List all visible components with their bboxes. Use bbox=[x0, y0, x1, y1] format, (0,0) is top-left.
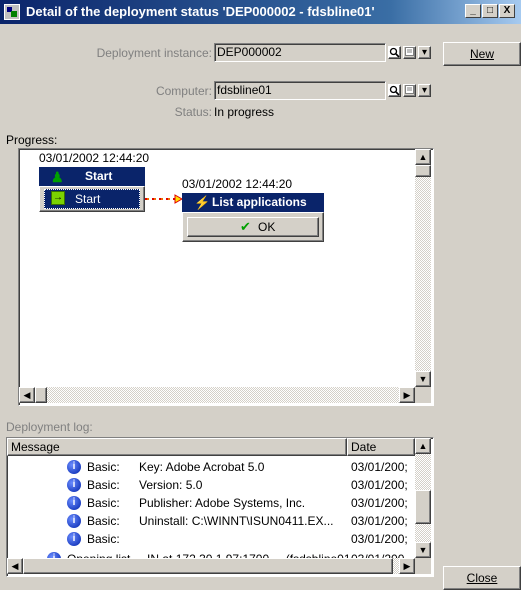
node-connector bbox=[145, 194, 184, 204]
start-person-icon: ♟ bbox=[51, 169, 64, 185]
log-row[interactable]: i Basic: 03/01/200; bbox=[7, 530, 415, 548]
maximize-button[interactable]: □ bbox=[482, 4, 498, 18]
message-column-header[interactable]: Message bbox=[7, 438, 347, 456]
date-column-header[interactable]: Date bbox=[347, 438, 415, 456]
progress-label: Progress: bbox=[6, 133, 58, 147]
log-row-date: 03/01/200; bbox=[351, 460, 408, 474]
list-apps-node-body: ✔ OK bbox=[182, 212, 324, 242]
minimize-button[interactable]: _ bbox=[465, 4, 481, 18]
log-row-type: Basic: bbox=[87, 496, 120, 510]
list-apps-node-timestamp: 03/01/2002 12:44:20 bbox=[182, 177, 293, 191]
log-row-message: Version: 5.0 bbox=[139, 478, 203, 492]
computer-detail-icon[interactable] bbox=[403, 84, 416, 97]
progress-scroll-up-icon[interactable]: ▲ bbox=[415, 149, 431, 165]
log-vertical-thumb[interactable] bbox=[415, 490, 431, 524]
check-icon: ✔ bbox=[240, 219, 251, 234]
close-button-label: Close bbox=[466, 571, 498, 585]
new-button-label: New bbox=[469, 47, 494, 61]
log-horizontal-thumb[interactable] bbox=[23, 558, 393, 574]
log-row-date: 03/01/200; bbox=[351, 514, 408, 528]
log-row-message: Uninstall: C:\WINNT\ISUN0411.EX... bbox=[139, 514, 334, 528]
log-scroll-up-icon[interactable]: ▲ bbox=[415, 438, 431, 454]
log-row[interactable]: i Basic: Publisher: Adobe Systems, Inc. … bbox=[7, 494, 415, 512]
start-node-header[interactable]: ♟ Start bbox=[39, 167, 145, 186]
close-window-button[interactable]: X bbox=[499, 4, 515, 18]
progress-horizontal-scrollbar[interactable]: ◀ ▶ bbox=[19, 387, 415, 403]
progress-size-grip[interactable] bbox=[415, 387, 431, 403]
start-node-title: Start bbox=[85, 169, 113, 183]
info-icon: i bbox=[67, 496, 81, 510]
list-apps-node-title: List applications bbox=[212, 195, 307, 209]
start-node-body: → Start bbox=[39, 186, 145, 212]
deployment-instance-field[interactable]: DEP000002 bbox=[214, 43, 386, 62]
new-button[interactable]: New bbox=[443, 42, 521, 66]
deployment-log-label: Deployment log: bbox=[6, 420, 93, 434]
log-row[interactable]: i Basic: Key: Adobe Acrobat 5.0 03/01/20… bbox=[7, 458, 415, 476]
status-label: Status: bbox=[174, 105, 212, 119]
info-icon: i bbox=[67, 532, 81, 546]
log-row-type: Basic: bbox=[87, 460, 120, 474]
info-icon: i bbox=[67, 514, 81, 528]
log-scroll-down-icon[interactable]: ▼ bbox=[415, 542, 431, 558]
start-node-button-label: Start bbox=[75, 192, 101, 206]
deployment-instance-dropdown-icon[interactable]: ▾ bbox=[418, 46, 431, 59]
start-node-timestamp: 03/01/2002 12:44:20 bbox=[39, 151, 150, 165]
log-row-type: Basic: bbox=[87, 532, 120, 546]
start-arrow-icon: → bbox=[51, 191, 65, 205]
computer-label: Computer: bbox=[155, 84, 212, 98]
progress-scroll-down-icon[interactable]: ▼ bbox=[415, 371, 431, 387]
start-node-button[interactable]: → Start bbox=[44, 189, 140, 209]
close-button[interactable]: Close bbox=[443, 566, 521, 590]
computer-field[interactable]: fdsbline01 bbox=[214, 81, 386, 100]
progress-pane[interactable]: 03/01/2002 12:44:20 ♟ Start → Start 03/0… bbox=[18, 148, 434, 406]
status-value: In progress bbox=[214, 105, 275, 119]
log-scroll-left-icon[interactable]: ◀ bbox=[7, 558, 23, 574]
log-row-date: 03/01/200; bbox=[351, 478, 408, 492]
log-row[interactable]: i Basic: Uninstall: C:\WINNT\ISUN0411.EX… bbox=[7, 512, 415, 530]
log-row-message: Key: Adobe Acrobat 5.0 bbox=[139, 460, 265, 474]
log-row-date: 03/01/200; bbox=[351, 496, 408, 510]
app-icon bbox=[4, 4, 20, 20]
deployment-log-list[interactable]: Message Date i Basic: Key: Adobe Acrobat… bbox=[6, 437, 434, 577]
progress-vertical-thumb[interactable] bbox=[415, 165, 431, 177]
log-horizontal-scrollbar[interactable]: ◀ ▶ bbox=[7, 558, 415, 574]
window-title: Detail of the deployment status 'DEP0000… bbox=[26, 4, 375, 19]
log-row-type: Basic: bbox=[87, 478, 120, 492]
info-icon: i bbox=[67, 460, 81, 474]
list-apps-ok-button[interactable]: ✔ OK bbox=[187, 217, 319, 237]
progress-scroll-right-icon[interactable]: ▶ bbox=[399, 387, 415, 403]
log-rows: i Basic: Key: Adobe Acrobat 5.0 03/01/20… bbox=[7, 456, 415, 560]
deployment-instance-search-icon[interactable] bbox=[388, 46, 401, 59]
deployment-instance-detail-icon[interactable] bbox=[403, 46, 416, 59]
deployment-instance-label: Deployment instance: bbox=[96, 46, 212, 60]
log-row[interactable]: i Basic: Version: 5.0 03/01/200; bbox=[7, 476, 415, 494]
list-apps-ok-label: OK bbox=[258, 220, 276, 234]
log-scroll-right-icon[interactable]: ▶ bbox=[399, 558, 415, 574]
log-vertical-scrollbar[interactable]: ▲ ▼ bbox=[415, 438, 431, 558]
window-title-bar[interactable]: Detail of the deployment status 'DEP0000… bbox=[0, 0, 521, 24]
lightning-icon: ⚡ bbox=[194, 195, 211, 210]
log-row-message: Publisher: Adobe Systems, Inc. bbox=[139, 496, 306, 510]
log-row-type: Basic: bbox=[87, 514, 120, 528]
progress-scroll-left-icon[interactable]: ◀ bbox=[19, 387, 35, 403]
progress-vertical-scrollbar[interactable]: ▲ ▼ bbox=[415, 149, 431, 387]
log-row-date: 03/01/200; bbox=[351, 532, 408, 546]
computer-dropdown-icon[interactable]: ▾ bbox=[418, 84, 431, 97]
log-scroll-corner bbox=[415, 558, 431, 574]
list-apps-node-header[interactable]: ⚡ List applications bbox=[182, 193, 324, 212]
progress-horizontal-thumb[interactable] bbox=[35, 387, 47, 403]
info-icon: i bbox=[67, 478, 81, 492]
computer-search-icon[interactable] bbox=[388, 84, 401, 97]
